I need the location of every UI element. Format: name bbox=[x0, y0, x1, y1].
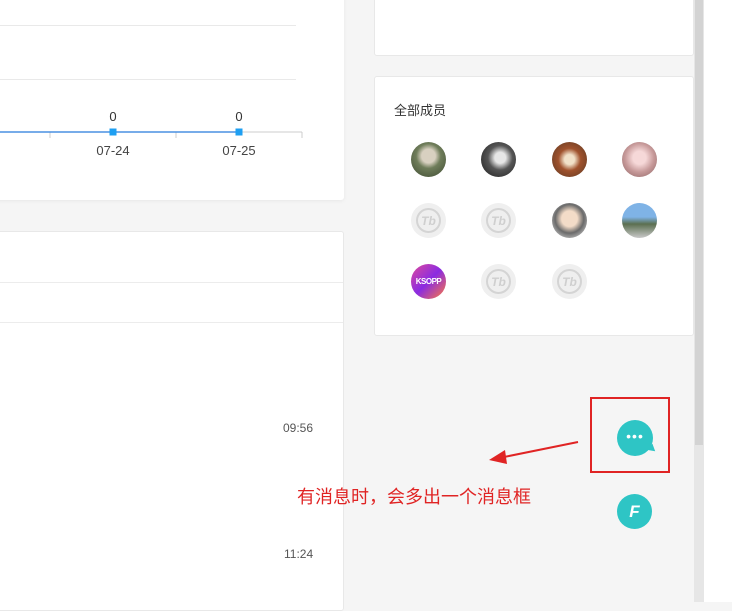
list-header-separator bbox=[0, 282, 343, 283]
default-avatar-icon: Tb bbox=[486, 269, 511, 294]
list-header-separator bbox=[0, 322, 343, 323]
data-label: 0 bbox=[235, 109, 242, 124]
member-avatar-default[interactable]: Tb bbox=[411, 203, 446, 238]
brand-logo-button[interactable]: F bbox=[617, 494, 652, 529]
member-avatar[interactable]: KSOPP bbox=[411, 264, 446, 299]
x-tick-label: 07-25 bbox=[222, 143, 255, 158]
member-avatar[interactable] bbox=[622, 203, 657, 238]
default-avatar-icon: Tb bbox=[557, 269, 582, 294]
member-avatar[interactable] bbox=[552, 203, 587, 238]
x-tick-label: 07-24 bbox=[96, 143, 129, 158]
data-point[interactable] bbox=[235, 128, 243, 136]
scrollbar-thumb[interactable] bbox=[695, 0, 703, 445]
default-avatar-icon: Tb bbox=[416, 208, 441, 233]
activity-list-card: 09:56 11:24 bbox=[0, 231, 344, 611]
default-avatar-icon: Tb bbox=[486, 208, 511, 233]
annotation-arrow-icon bbox=[489, 441, 579, 464]
line-chart: 3007-24007-25 bbox=[0, 109, 303, 158]
member-avatar[interactable] bbox=[622, 142, 657, 177]
avatar-logo-text: KSOPP bbox=[415, 277, 442, 286]
data-point[interactable] bbox=[109, 128, 117, 136]
page-right-edge bbox=[704, 0, 732, 602]
annotation-highlight-box bbox=[590, 397, 670, 473]
members-card: 全部成员 Tb Tb KSOPP Tb Tb bbox=[374, 76, 694, 336]
list-item-time: 11:24 bbox=[284, 547, 314, 561]
member-avatar[interactable] bbox=[411, 142, 446, 177]
list-item-time: 09:56 bbox=[283, 421, 314, 435]
members-title: 全部成员 bbox=[394, 103, 447, 118]
trend-chart-card: 3007-24007-25 bbox=[0, 0, 344, 200]
member-avatar-default[interactable]: Tb bbox=[481, 264, 516, 299]
annotation-text: 有消息时，会多出一个消息框 bbox=[297, 487, 531, 507]
data-label: 0 bbox=[109, 109, 116, 124]
brand-glyph: F bbox=[629, 501, 640, 521]
member-avatar-default[interactable]: Tb bbox=[481, 203, 516, 238]
info-card bbox=[374, 0, 694, 56]
member-avatar-default[interactable]: Tb bbox=[552, 264, 587, 299]
member-avatar[interactable] bbox=[481, 142, 516, 177]
member-avatar[interactable] bbox=[552, 142, 587, 177]
